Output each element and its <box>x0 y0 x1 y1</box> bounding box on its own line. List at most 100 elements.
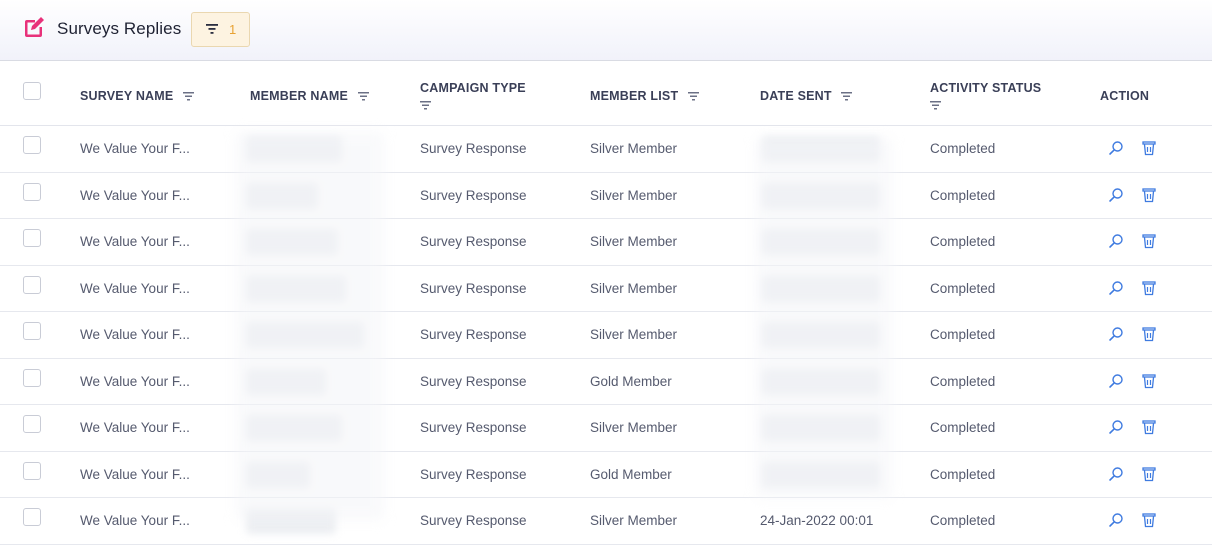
survey-name-cell: We Value Your F... <box>80 327 190 342</box>
row-checkbox[interactable] <box>23 415 41 433</box>
table-row[interactable]: We Value Your F... Survey Response Gold Me… <box>0 359 1212 405</box>
date-sent-blur-mask <box>756 138 892 498</box>
trash-icon[interactable] <box>1141 419 1157 435</box>
trash-icon[interactable] <box>1141 326 1157 342</box>
trash-icon[interactable] <box>1141 280 1157 296</box>
sort-icon[interactable] <box>357 92 369 101</box>
survey-name-cell: We Value Your F... <box>80 280 190 296</box>
activity-status-cell: Completed <box>930 373 996 389</box>
campaign-type-cell: Survey Response <box>420 466 527 482</box>
campaign-type-cell: Survey Response <box>420 141 527 156</box>
trash-icon[interactable] <box>1141 187 1157 203</box>
survey-name-cell: We Value Your F... <box>80 187 190 203</box>
survey-name-cell: We Value Your F... <box>80 420 190 435</box>
search-icon[interactable] <box>1108 140 1124 156</box>
column-label: SURVEY NAME <box>80 89 174 103</box>
column-label: CAMPAIGN TYPE <box>420 81 526 95</box>
member-list-cell: Silver Member <box>590 141 678 156</box>
search-icon[interactable] <box>1108 187 1124 203</box>
search-icon[interactable] <box>1108 373 1124 389</box>
trash-icon[interactable] <box>1141 373 1157 389</box>
sort-icon[interactable] <box>841 92 853 101</box>
activity-status-cell: Completed <box>930 234 996 249</box>
date-sent-cell: 24-Jan-2022 00:01 <box>760 513 874 528</box>
search-icon[interactable] <box>1108 466 1124 482</box>
row-checkbox[interactable] <box>23 461 41 480</box>
row-checkbox[interactable] <box>23 182 41 201</box>
search-icon[interactable] <box>1108 326 1124 342</box>
activity-status-cell: Completed <box>930 280 996 296</box>
trash-icon[interactable] <box>1141 512 1157 528</box>
row-checkbox[interactable] <box>23 275 41 294</box>
campaign-type-cell: Survey Response <box>420 187 527 203</box>
column-label: ACTION <box>1100 89 1150 103</box>
filter-button[interactable]: 1 <box>191 12 250 47</box>
table-row[interactable]: We Value Your F... Survey Response Silver … <box>0 173 1212 219</box>
campaign-type-cell: Survey Response <box>420 373 527 389</box>
column-campaign-type[interactable]: CAMPAIGN TYPE <box>420 81 526 110</box>
member-name-blur-mask <box>236 132 384 520</box>
table-row[interactable]: We Value Your F... Survey Response Silver … <box>0 405 1212 452</box>
member-list-cell: Silver Member <box>590 234 678 249</box>
select-all-checkbox[interactable] <box>23 82 41 100</box>
edit-icon <box>25 17 44 37</box>
campaign-type-cell: Survey Response <box>420 327 527 342</box>
member-list-cell: Silver Member <box>590 513 678 528</box>
campaign-type-cell: Survey Response <box>420 420 527 435</box>
member-list-cell: Silver Member <box>590 420 678 435</box>
row-checkbox[interactable] <box>23 229 41 247</box>
replies-table: SURVEY NAME MEMBER NAME CAMPAIGN TYPE ME… <box>0 61 1212 545</box>
table-body: We Value Your F... Survey Response Silver … <box>0 126 1212 545</box>
column-activity-status[interactable]: ACTIVITY STATUS <box>930 81 1041 110</box>
row-checkbox[interactable] <box>23 368 41 387</box>
row-checkbox[interactable] <box>23 322 41 340</box>
table-row[interactable]: We Value Your F... Survey Response Silver … <box>0 498 1212 545</box>
table-row[interactable]: We Value Your F... Survey Response Gold Me… <box>0 452 1212 498</box>
column-member-list[interactable]: MEMBER LIST <box>590 89 699 103</box>
trash-icon[interactable] <box>1141 140 1157 156</box>
filter-count-badge: 1 <box>229 22 237 37</box>
sort-icon[interactable] <box>930 101 941 110</box>
member-list-cell: Gold Member <box>590 373 672 389</box>
campaign-type-cell: Survey Response <box>420 280 527 296</box>
survey-name-cell: We Value Your F... <box>80 141 190 156</box>
column-label: MEMBER NAME <box>250 89 349 103</box>
row-checkbox[interactable] <box>23 136 41 154</box>
row-checkbox[interactable] <box>23 508 41 526</box>
search-icon[interactable] <box>1108 280 1124 296</box>
campaign-type-cell: Survey Response <box>420 234 527 249</box>
table-row[interactable]: We Value Your F... Survey Response Silver … <box>0 266 1212 312</box>
column-date-sent[interactable]: DATE SENT <box>760 89 853 103</box>
activity-status-cell: Completed <box>930 327 996 342</box>
sort-icon[interactable] <box>183 92 195 101</box>
survey-name-cell: We Value Your F... <box>80 513 190 528</box>
survey-name-cell: We Value Your F... <box>80 373 190 389</box>
member-list-cell: Silver Member <box>590 280 678 296</box>
sort-icon[interactable] <box>420 101 431 110</box>
member-list-cell: Silver Member <box>590 327 678 342</box>
trash-icon[interactable] <box>1141 466 1157 482</box>
sort-icon[interactable] <box>688 92 699 101</box>
column-member-name[interactable]: MEMBER NAME <box>250 89 369 103</box>
table-row[interactable]: We Value Your F... Survey Response Silver … <box>0 312 1212 359</box>
column-label: DATE SENT <box>760 89 832 103</box>
column-label: MEMBER LIST <box>590 89 679 103</box>
survey-name-cell: We Value Your F... <box>80 466 190 482</box>
member-list-cell: Silver Member <box>590 187 678 203</box>
activity-status-cell: Completed <box>930 187 996 203</box>
campaign-type-cell: Survey Response <box>420 513 527 528</box>
table-row[interactable]: We Value Your F... Survey Response Silver … <box>0 219 1212 266</box>
trash-icon[interactable] <box>1141 233 1157 249</box>
page-title: Surveys Replies <box>57 19 182 38</box>
filter-icon <box>206 24 218 34</box>
search-icon[interactable] <box>1108 512 1124 528</box>
member-list-cell: Gold Member <box>590 466 672 482</box>
survey-name-cell: We Value Your F... <box>80 234 190 249</box>
search-icon[interactable] <box>1108 419 1124 435</box>
search-icon[interactable] <box>1108 233 1124 249</box>
activity-status-cell: Completed <box>930 466 996 482</box>
column-survey-name[interactable]: SURVEY NAME <box>80 89 195 103</box>
column-action: ACTION <box>1100 89 1149 103</box>
activity-status-cell: Completed <box>930 420 996 435</box>
table-row[interactable]: We Value Your F... Survey Response Silver … <box>0 126 1212 173</box>
